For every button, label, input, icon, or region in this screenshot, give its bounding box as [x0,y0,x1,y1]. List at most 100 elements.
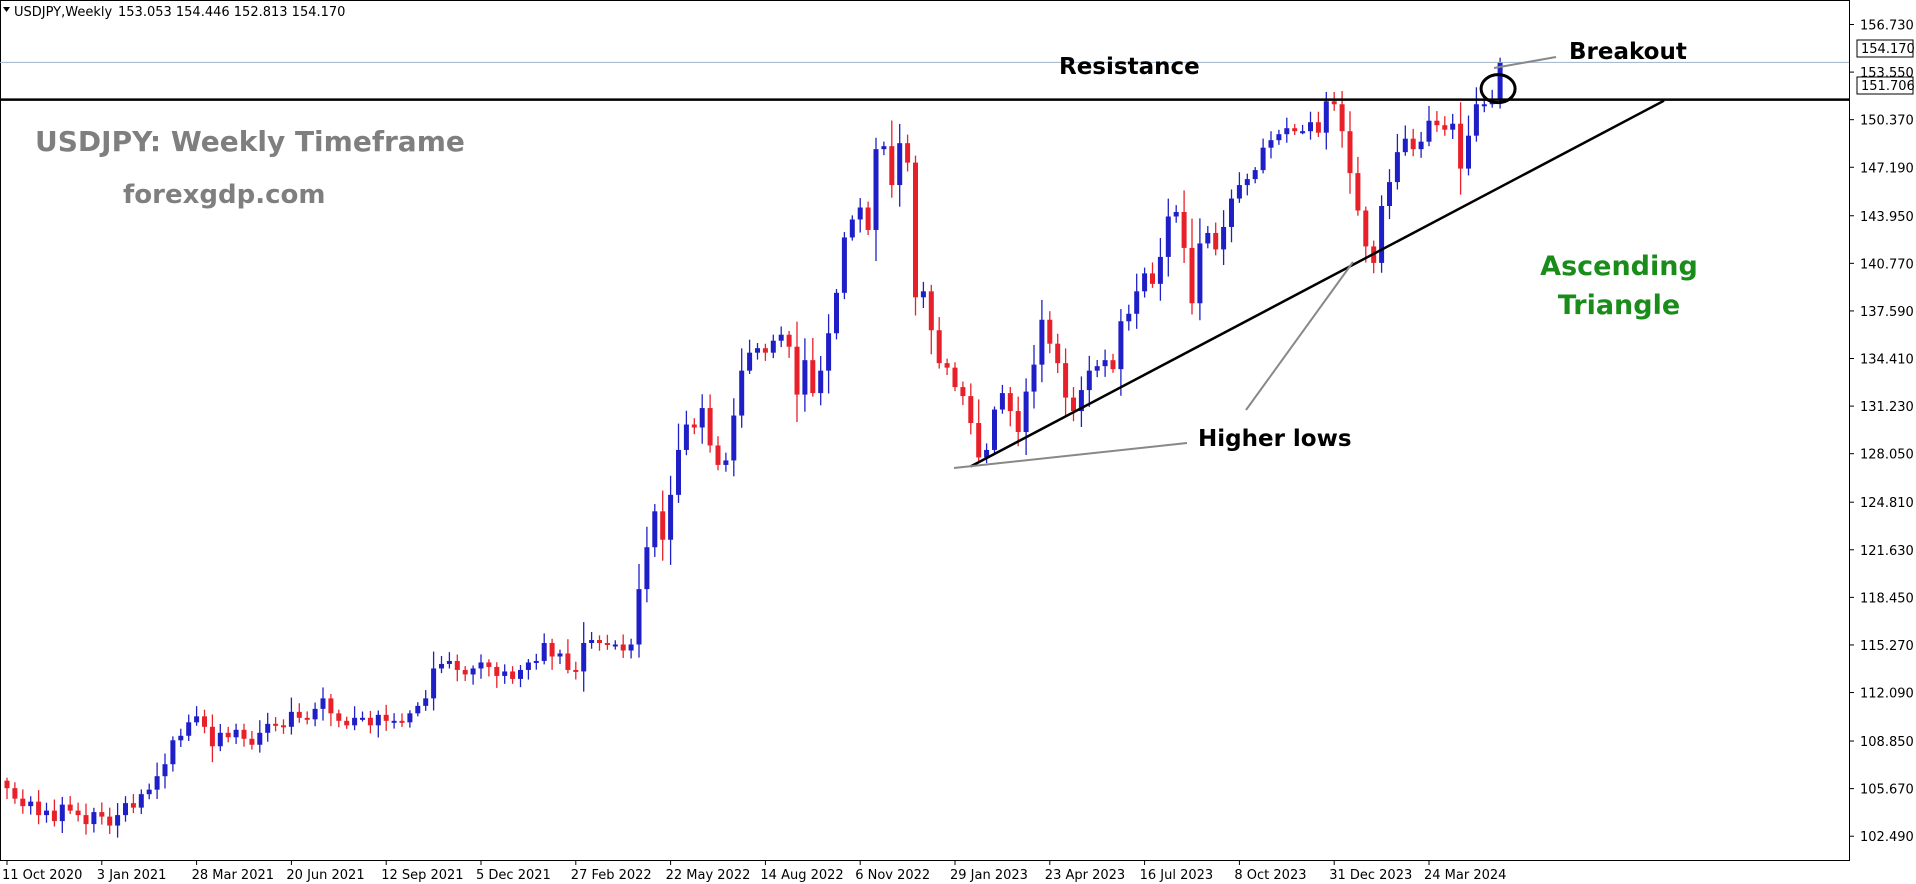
y-tick-label: 121.630 [1860,544,1914,559]
x-tick-label: 3 Jan 2021 [97,868,167,883]
candle-bearish [865,207,871,230]
candle-bullish [288,711,294,727]
candle-bullish [265,723,271,733]
candle-bullish [778,334,784,341]
candle-bullish [138,794,144,808]
candle-bearish [936,330,942,364]
candle-bearish [1055,343,1061,364]
candle-bullish [407,713,413,723]
candle-bullish [1197,243,1203,304]
x-tick-label: 5 Dec 2021 [476,868,551,883]
candle-bullish [723,460,729,465]
candle-bearish [1181,212,1187,248]
candle-bullish [352,717,358,726]
y-tick-label: 115.270 [1860,639,1914,654]
candle-bullish [676,449,681,495]
candle-bullish [478,662,484,669]
triangle-label: Triangle [1558,290,1680,321]
y-tick-label: 128.050 [1860,448,1914,463]
candle-bullish [1268,140,1274,148]
y-tick-label: 124.810 [1860,496,1914,511]
candle-bullish [91,812,97,825]
candle-bearish [75,810,81,816]
x-tick-label: 8 Oct 2023 [1234,868,1306,883]
candle-bullish [446,660,452,664]
candle-bearish [130,803,136,808]
x-tick-label: 14 Aug 2022 [760,868,843,883]
candle-bullish [1450,123,1456,130]
candle-bearish [1442,125,1448,130]
candle-bearish [1047,319,1053,344]
candle-bullish [431,668,437,699]
candle-bullish [612,644,618,647]
candle-bearish [944,363,950,368]
candle-bullish [146,789,152,795]
candle-bearish [462,669,468,675]
candle-bullish [1394,152,1400,183]
candle-bullish [557,653,563,657]
candle-bearish [597,640,602,644]
candle-bullish [992,409,997,450]
candle-bearish [510,671,516,679]
y-tick-label: 140.770 [1860,257,1914,272]
x-tick-label: 28 Mar 2021 [192,868,274,883]
candle-bearish [1071,397,1076,412]
candle-bullish [1260,147,1266,171]
candle-bullish [1481,104,1487,107]
candle-bearish [715,445,721,465]
candle-bullish [1300,131,1306,134]
candle-bullish [257,732,263,745]
candle-bearish [549,643,555,657]
candle-bearish [707,408,713,446]
candle-bullish [920,291,926,298]
candle-bearish [1015,411,1021,432]
candle-bearish [976,423,982,458]
candle-bullish [1473,104,1479,136]
candle-bearish [1063,363,1069,398]
y-tick-label: 147.190 [1860,161,1914,176]
x-tick-label: 20 Jun 2021 [286,868,364,883]
x-axis: 11 Oct 2020 3 Jan 2021 28 Mar 2021 20 Jun 2… [2,860,1506,883]
candle-bearish [1458,123,1464,169]
candle-bullish [1236,185,1242,199]
candle-bullish [194,716,200,723]
candle-bearish [1347,131,1353,174]
candle-bullish [1118,321,1124,370]
candle-bullish [415,705,421,714]
candle-bearish [241,729,247,739]
candle-bullish [1387,182,1392,207]
candle-bullish [1284,128,1290,135]
candle-bearish [83,815,89,825]
candle-bearish [249,738,255,745]
candle-bullish [178,735,184,741]
candle-bearish [1315,122,1321,133]
candle-bullish [731,415,737,461]
ascending-label: Ascending [1540,251,1698,282]
candle-bearish [762,348,768,353]
y-axis: 156.730153.550150.370147.190143.950140.7… [1849,18,1914,845]
candle-bullish [802,360,808,395]
candle-bearish [225,732,231,738]
candle-bullish [1157,256,1163,284]
candle-bullish [668,494,674,540]
candle-bullish [1031,364,1037,392]
candle-bullish [502,671,508,676]
header-symbol: USDJPY,Weekly [14,5,112,20]
candle-bullish [999,393,1005,410]
candle-bearish [107,816,113,826]
candle-bullish [818,370,824,394]
candle-bullish [533,660,539,663]
current-price-label: 154.170 [1861,42,1915,57]
candle-bearish [1189,247,1195,304]
candle-bearish [810,360,816,394]
candle-bearish [1213,232,1219,250]
y-tick-label: 112.090 [1860,687,1914,702]
candle-bullish [1466,135,1471,169]
candle-bullish [1244,179,1250,186]
candle-bearish [1150,273,1155,284]
candle-bullish [186,722,192,736]
candle-bullish [1221,226,1227,250]
x-tick-label: 31 Dec 2023 [1329,868,1412,883]
candle-bullish [699,408,705,428]
candle-bullish [525,662,531,670]
